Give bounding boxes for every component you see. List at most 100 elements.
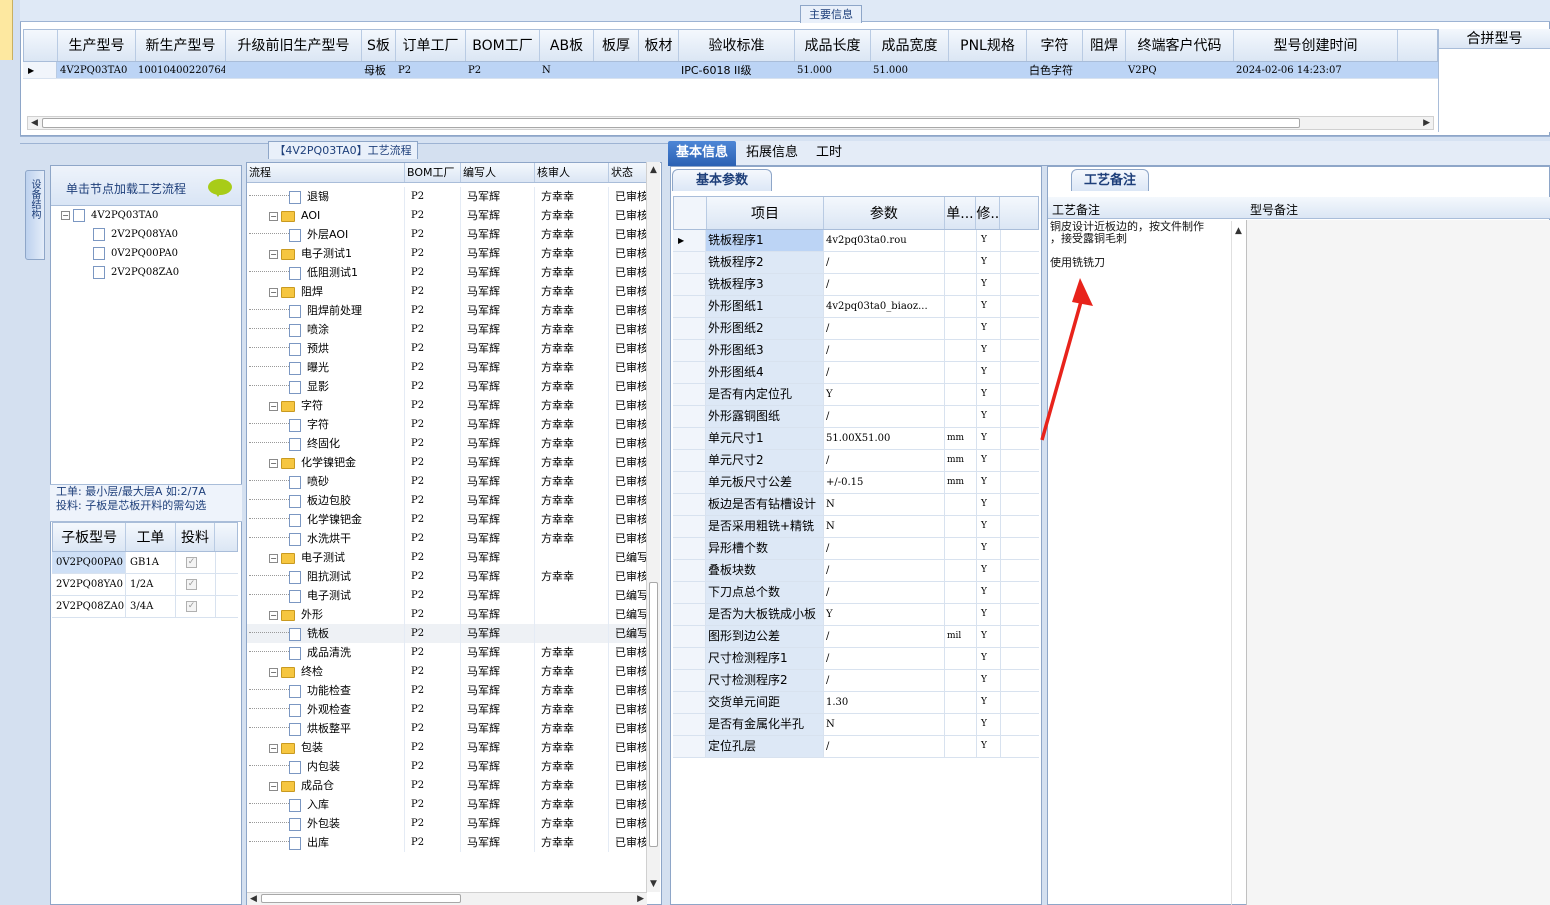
sub-model-cell[interactable]: 2V2PQ08ZA0 [52,596,126,617]
row-indicator[interactable] [673,582,706,603]
modify-cell[interactable]: Y [977,450,1001,471]
writer-cell[interactable]: 马军辉 [461,510,535,529]
bom-cell[interactable]: P2 [405,263,461,282]
param-row[interactable]: 是否有金属化半孔 N Y [673,714,1039,736]
main-col-header[interactable]: 阻焊 [1083,30,1126,61]
param-row[interactable]: 板边是否有钻槽设计 N Y [673,494,1039,516]
reviewer-cell[interactable]: 方幸幸 [535,567,609,586]
process-row[interactable]: − 电子测试1 P2 马军辉 方幸幸 已审核 [247,244,647,263]
reviewer-cell[interactable]: 方幸幸 [535,244,609,263]
reviewer-cell[interactable]: 方幸幸 [535,833,609,852]
process-flow-title[interactable]: 【4V2PQ03TA0】工艺流程 [268,141,418,159]
col-feed[interactable]: 投料 [176,523,216,551]
tab-basic-params[interactable]: 基本参数 [672,169,772,191]
order-cell[interactable]: GB1A [126,552,176,573]
bom-cell[interactable]: P2 [405,529,461,548]
item-cell[interactable]: 下刀点总个数 [706,582,824,603]
chat-bubble-icon[interactable] [208,179,232,197]
sub-board-row[interactable]: 2V2PQ08YA0 1/2A ✓ [52,574,238,596]
sub-model-cell[interactable]: 0V2PQ00PA0 [52,552,126,573]
main-cell[interactable]: 10010400220764 [135,62,225,78]
unit-cell[interactable] [945,582,977,603]
bom-cell[interactable]: P2 [405,586,461,605]
flow-cell[interactable]: 喷砂 [247,472,405,491]
bom-cell[interactable]: P2 [405,776,461,795]
param-cell[interactable]: 4v2pq03ta0.rou [824,230,945,251]
row-indicator[interactable] [673,362,706,383]
bom-cell[interactable]: P2 [405,605,461,624]
param-row[interactable]: 外形露铜图纸 / Y [673,406,1039,428]
unit-cell[interactable] [945,274,977,295]
reviewer-cell[interactable]: 方幸幸 [535,795,609,814]
row-indicator[interactable] [673,692,706,713]
unit-cell[interactable] [945,648,977,669]
param-cell[interactable]: / [824,582,945,603]
process-row[interactable]: 外包装 P2 马军辉 方幸幸 已审核 [247,814,647,833]
process-row[interactable]: 功能检查 P2 马军辉 方幸幸 已审核 [247,681,647,700]
bom-cell[interactable]: P2 [405,738,461,757]
writer-cell[interactable]: 马军辉 [461,624,535,643]
unit-cell[interactable] [945,560,977,581]
main-cell[interactable] [638,62,678,78]
modify-cell[interactable]: Y [977,384,1001,405]
param-cell[interactable]: / [824,362,945,383]
writer-cell[interactable]: 马军辉 [461,586,535,605]
param-cell[interactable]: / [824,736,945,757]
unit-cell[interactable] [945,296,977,317]
reviewer-cell[interactable]: 方幸幸 [535,225,609,244]
param-cell[interactable]: / [824,648,945,669]
item-cell[interactable]: 单元尺寸1 [706,428,824,449]
row-indicator[interactable] [673,406,706,427]
param-cell[interactable]: / [824,274,945,295]
bom-cell[interactable]: P2 [405,643,461,662]
main-col-header[interactable]: 成品宽度 [871,30,949,61]
unit-cell[interactable] [945,736,977,757]
process-row[interactable]: 显影 P2 马军辉 方幸幸 已审核 [247,377,647,396]
flow-cell[interactable]: − 外形 [247,605,405,624]
flow-cell[interactable]: 低阻测试1 [247,263,405,282]
reviewer-cell[interactable]: 方幸幸 [535,643,609,662]
process-row[interactable]: − 化学镍钯金 P2 马军辉 方幸幸 已审核 [247,453,647,472]
reviewer-cell[interactable]: 方幸幸 [535,377,609,396]
feed-cell[interactable]: ✓ [176,596,216,617]
bom-cell[interactable]: P2 [405,301,461,320]
process-remark-text[interactable]: 铜皮设计近板边的，按文件制作 ，接受露铜毛刺 使用铣铣刀 [1050,221,1228,269]
flow-cell[interactable]: 水洗烘干 [247,529,405,548]
param-row[interactable]: 单元尺寸1 51.00X51.00 mm Y [673,428,1039,450]
status-cell[interactable]: 已审核 [609,776,647,795]
item-cell[interactable]: 是否有内定位孔 [706,384,824,405]
param-row[interactable]: 尺寸检测程序2/ Y [673,670,1039,692]
main-cell[interactable]: V2PQ [1125,62,1233,78]
main-col-header[interactable]: 订单工厂 [396,30,466,61]
main-col-header[interactable]: 板厚 [594,30,639,61]
process-hscroll[interactable]: ◀ ▶ [247,892,647,905]
status-cell[interactable]: 已审核 [609,833,647,852]
process-row[interactable]: 阻焊前处理 P2 马军辉 方幸幸 已审核 [247,301,647,320]
reviewer-cell[interactable]: 方幸幸 [535,358,609,377]
modify-cell[interactable]: Y [977,252,1001,273]
item-cell[interactable]: 定位孔层 [706,736,824,757]
modify-cell[interactable]: Y [977,560,1001,581]
bom-cell[interactable]: P2 [405,548,461,567]
row-indicator[interactable] [673,516,706,537]
param-cell[interactable]: / [824,340,945,361]
param-row[interactable]: 是否有内定位孔 Y Y [673,384,1039,406]
param-row[interactable]: 叠板块数 / Y [673,560,1039,582]
unit-cell[interactable]: mm [945,472,977,493]
col-order[interactable]: 工单 [126,523,176,551]
item-cell[interactable]: 铣板程序3 [706,274,824,295]
status-cell[interactable]: 已审核 [609,263,647,282]
bom-cell[interactable]: P2 [405,358,461,377]
bom-cell[interactable]: P2 [405,282,461,301]
process-row[interactable]: 板边包胶 P2 马军辉 方幸幸 已审核 [247,491,647,510]
row-indicator[interactable] [673,428,706,449]
bom-cell[interactable]: P2 [405,624,461,643]
param-row[interactable]: 是否为大板铣成小板 Y Y [673,604,1039,626]
param-cell[interactable]: 1.30 [824,692,945,713]
process-row[interactable]: 入库 P2 马军辉 方幸幸 已审核 [247,795,647,814]
bom-cell[interactable]: P2 [405,700,461,719]
bom-cell[interactable]: P2 [405,662,461,681]
writer-cell[interactable]: 马军辉 [461,187,535,206]
unit-cell[interactable] [945,252,977,273]
collapse-icon[interactable]: − [61,211,70,220]
